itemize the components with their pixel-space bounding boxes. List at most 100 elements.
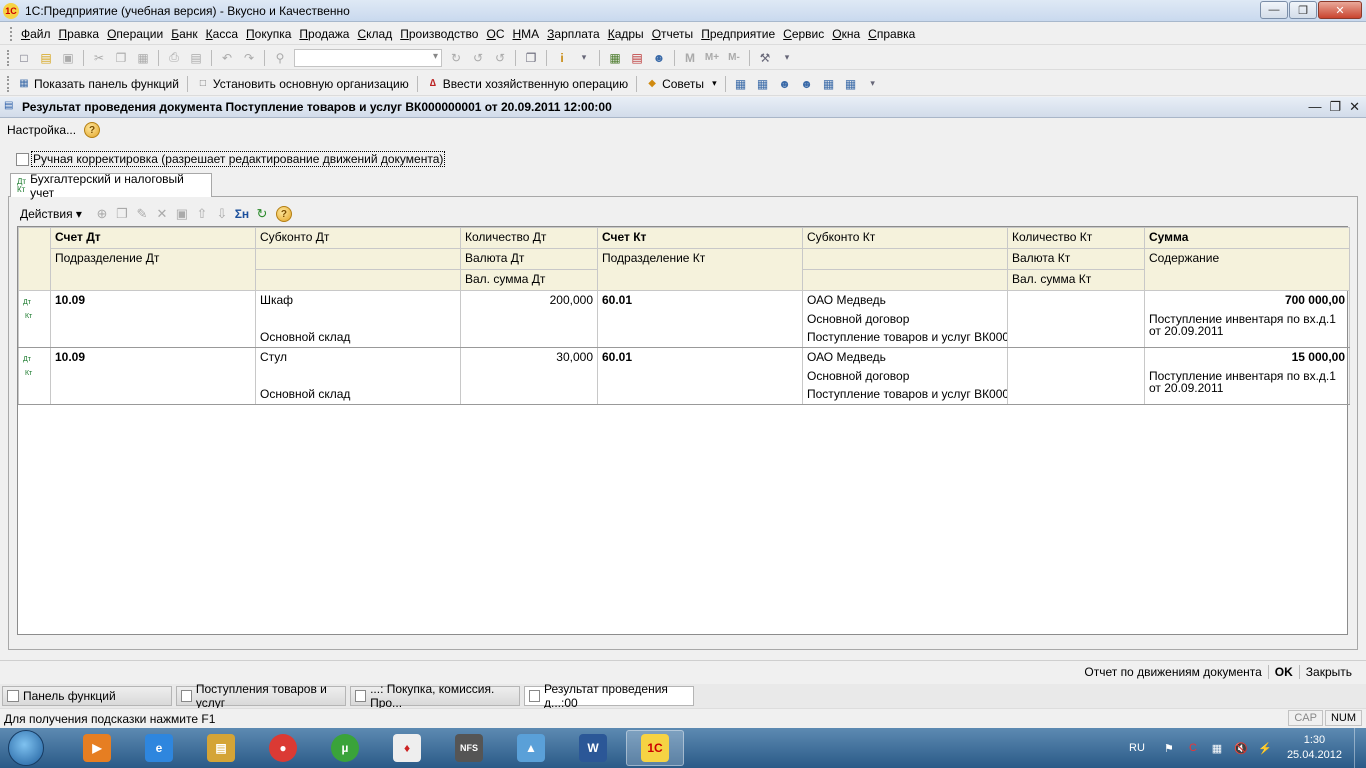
menu-purchase[interactable]: Покупка <box>242 27 295 41</box>
menu-intangibles[interactable]: НМА <box>508 27 543 41</box>
menu-reports[interactable]: Отчеты <box>648 27 698 41</box>
explorer-icon[interactable]: ▤ <box>192 730 250 766</box>
header-account-dt[interactable]: Счет Дт <box>50 227 256 249</box>
cell-qty-kt[interactable] <box>1007 290 1145 348</box>
start-button[interactable] <box>8 730 44 766</box>
header-dept-kt[interactable]: Подразделение Кт <box>597 248 803 291</box>
header-dept-dt[interactable]: Подразделение Дт <box>50 248 256 291</box>
move-down-icon[interactable]: ⇩ <box>212 206 232 222</box>
add-icon[interactable]: ⊕ <box>92 206 112 222</box>
new-document-icon[interactable]: □ <box>15 49 33 67</box>
menu-sales[interactable]: Продажа <box>295 27 353 41</box>
menu-bank[interactable]: Банк <box>167 27 201 41</box>
calendar-icon[interactable]: ▤ <box>628 49 646 67</box>
chrome-icon[interactable]: ● <box>254 730 312 766</box>
redo-icon[interactable]: ↷ <box>240 49 258 67</box>
restore-button[interactable]: ❐ <box>1289 1 1317 19</box>
undo-icon[interactable]: ↶ <box>218 49 236 67</box>
copy-icon[interactable]: ❐ <box>112 49 130 67</box>
export-icon[interactable]: ▦ <box>820 75 838 93</box>
open-folder-icon[interactable]: ▤ <box>37 49 55 67</box>
header-account-kt[interactable]: Счет Кт <box>597 227 803 249</box>
user-card-icon[interactable]: ☻ <box>798 75 816 93</box>
doc-close-button[interactable]: ✕ <box>1349 99 1360 115</box>
find-prev-icon[interactable]: ↺ <box>469 49 487 67</box>
media-player-icon[interactable]: ▶ <box>68 730 126 766</box>
enter-operation-button[interactable]: ∆ Ввести хозяйственную операцию <box>422 77 632 91</box>
word-icon[interactable]: W <box>564 730 622 766</box>
menu-edit[interactable]: Правка <box>55 27 104 41</box>
edit-icon[interactable]: ✎ <box>132 206 152 222</box>
user-list-icon[interactable]: ☻ <box>776 75 794 93</box>
menu-salary[interactable]: Зарплата <box>543 27 604 41</box>
search-icon[interactable]: ⚲ <box>271 49 289 67</box>
move-up-icon[interactable]: ⇧ <box>192 206 212 222</box>
nfs-game-icon[interactable]: NFS <box>440 730 498 766</box>
close-window-button[interactable]: ✕ <box>1318 1 1362 19</box>
help-icon[interactable]: ? <box>84 122 101 138</box>
actions-menu[interactable]: Действия ▾ <box>20 207 82 221</box>
print-icon[interactable]: ⎙ <box>165 49 183 67</box>
copy-row-icon[interactable]: ❐ <box>112 206 132 222</box>
minimize-button[interactable]: — <box>1260 1 1288 19</box>
memory-m-icon[interactable]: M <box>681 49 699 67</box>
refresh-icon[interactable]: ↻ <box>252 206 272 222</box>
1c-enterprise-icon[interactable]: 1С <box>626 730 684 766</box>
header-qty-kt[interactable]: Количество Кт <box>1007 227 1145 249</box>
journal-icon[interactable]: ▦ <box>732 75 750 93</box>
menu-enterprise[interactable]: Предприятие <box>697 27 779 41</box>
menu-windows[interactable]: Окна <box>828 27 864 41</box>
menu-personnel[interactable]: Кадры <box>604 27 648 41</box>
checkbox-box[interactable] <box>16 152 29 166</box>
menu-production[interactable]: Производство <box>396 27 482 41</box>
clock[interactable]: 1:30 25.04.2012 <box>1287 733 1342 763</box>
calculator-icon[interactable]: ▦ <box>606 49 624 67</box>
header-sum[interactable]: Сумма <box>1144 227 1350 249</box>
show-panel-button[interactable]: ▦ Показать панель функций <box>13 77 183 91</box>
table-row[interactable]: Дт Кт 10.09 Стул Основной склад 30,000 60… <box>18 347 1350 405</box>
header-cur-sum-kt[interactable]: Вал. сумма Кт <box>1007 269 1145 291</box>
header-currency-kt[interactable]: Валюта Кт <box>1007 248 1145 270</box>
save-row-icon[interactable]: ▣ <box>172 206 192 222</box>
menu-warehouse[interactable]: Склад <box>353 27 396 41</box>
doc-restore-button[interactable]: ❐ <box>1329 99 1341 115</box>
menu-fixed-assets[interactable]: ОС <box>482 27 508 41</box>
photo-viewer-icon[interactable]: ▲ <box>502 730 560 766</box>
wtab-purchase-commission[interactable]: ...: Покупка, комиссия. Про... <box>350 682 520 710</box>
find-all-icon[interactable]: ↺ <box>491 49 509 67</box>
tools-icon[interactable]: ⚒ <box>756 49 774 67</box>
antivirus-icon[interactable]: C <box>1185 740 1201 756</box>
paste-icon[interactable]: ▦ <box>134 49 152 67</box>
menu-operations[interactable]: Операции <box>103 27 167 41</box>
menu-file[interactable]: Файл <box>17 27 55 41</box>
settings-link[interactable]: Настройка... <box>7 123 76 137</box>
flag-icon[interactable]: ⚑ <box>1161 740 1177 756</box>
registry-icon[interactable]: ▦ <box>754 75 772 93</box>
tab-accounting[interactable]: Дт Кт Бухгалтерский и налоговый учет <box>10 172 212 200</box>
cell-account-dt[interactable]: 10.09 <box>50 290 256 348</box>
show-desktop-button[interactable] <box>1354 728 1366 768</box>
movement-report-button[interactable]: Отчет по движениям документа <box>1078 665 1267 679</box>
cell-qty-dt[interactable]: 200,000 <box>460 290 598 348</box>
info-icon[interactable]: i <box>553 49 571 67</box>
save-icon[interactable]: ▣ <box>59 49 77 67</box>
menu-help[interactable]: Справка <box>864 27 919 41</box>
power-icon[interactable]: ⚡ <box>1257 740 1273 756</box>
wtab-posting-result[interactable]: Результат проведения д...:00 <box>524 682 694 710</box>
grid-help-icon[interactable]: ? <box>275 206 292 222</box>
cell-account-kt[interactable]: 60.01 <box>597 290 803 348</box>
menu-cash[interactable]: Касса <box>202 27 242 41</box>
cell-account-dt[interactable]: 10.09 <box>50 347 256 405</box>
print-preview-icon[interactable]: ▤ <box>187 49 205 67</box>
settings-list-icon[interactable]: ▦ <box>842 75 860 93</box>
language-indicator[interactable]: RU <box>1129 742 1145 754</box>
header-qty-dt[interactable]: Количество Дт <box>460 227 598 249</box>
more-dropdown-icon[interactable]: ▾ <box>864 75 882 93</box>
memory-plus-icon[interactable]: M+ <box>703 49 721 67</box>
info-dropdown-icon[interactable]: ▾ <box>575 49 593 67</box>
find-next-icon[interactable]: ↻ <box>447 49 465 67</box>
ok-button[interactable]: OK <box>1269 665 1299 679</box>
tips-button[interactable]: ◆ Советы ▾ <box>641 77 721 91</box>
doc-minimize-button[interactable]: — <box>1308 99 1321 115</box>
utorrent-icon[interactable]: µ <box>316 730 374 766</box>
